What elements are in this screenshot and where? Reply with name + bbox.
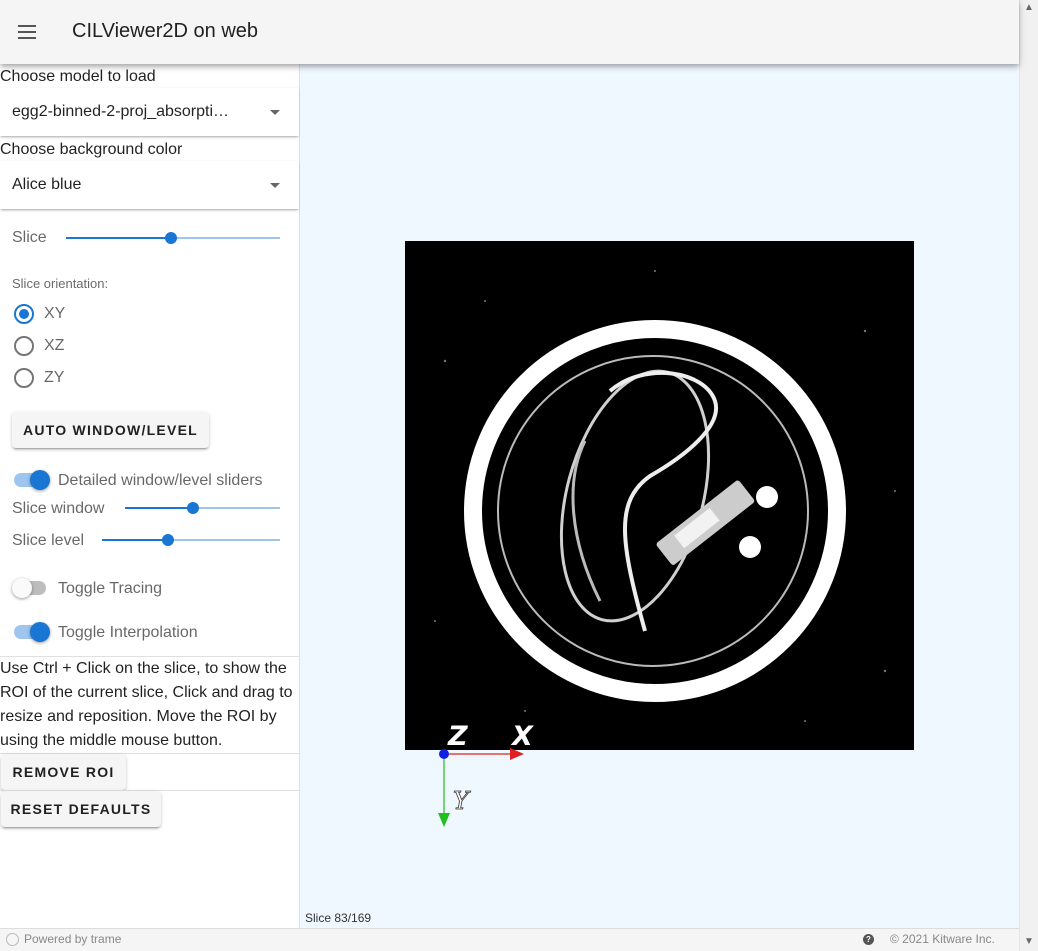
scroll-up-icon[interactable]: ▲ <box>1024 2 1034 13</box>
toggle-tracing-label: Toggle Tracing <box>58 580 163 597</box>
model-select[interactable]: egg2-binned-2-proj_absorption.nxs <box>0 88 299 136</box>
slice-level-label: Slice level <box>12 532 85 549</box>
slice-window-fill <box>125 507 194 509</box>
radio-checked-icon <box>14 304 34 324</box>
orientation-axes-widget: Z X Y <box>438 721 534 827</box>
scroll-down-icon[interactable]: ▼ <box>1024 936 1034 947</box>
model-select-value: egg2-binned-2-proj_absorption.nxs <box>12 103 237 120</box>
caret-down-icon <box>270 183 280 188</box>
switch-knob <box>30 470 50 490</box>
slice-level-thumb[interactable] <box>161 534 174 546</box>
background-select-value: Alice blue <box>12 176 82 193</box>
radio-unchecked-icon <box>14 368 34 388</box>
axis-y-label: Y <box>453 787 471 815</box>
background-color-select[interactable]: Alice blue <box>0 161 299 209</box>
radio-label: XZ <box>44 337 65 354</box>
axis-x-label: X <box>510 721 534 752</box>
auto-window-level-button[interactable]: AUTO WINDOW/LEVEL <box>12 412 209 448</box>
toggle-interpolation-switch[interactable] <box>12 622 50 642</box>
trame-logo-icon <box>6 933 19 946</box>
orientation-label: Slice orientation: <box>12 276 109 291</box>
copyright-text: © 2021 Kitware Inc. <box>890 932 995 946</box>
remove-roi-button[interactable]: REMOVE ROI <box>1 754 126 790</box>
footer: Powered by trame ? © 2021 Kitware Inc. <box>0 928 1019 951</box>
vertical-scrollbar[interactable]: ▲ ▼ <box>1019 0 1038 951</box>
egg-slice-graphic <box>405 241 914 750</box>
radio-label: XY <box>44 305 66 322</box>
slice-slider-fill <box>66 237 171 239</box>
roi-help-text: Use Ctrl + Click on the slice, to show t… <box>0 660 293 749</box>
slice-level-fill <box>102 539 168 541</box>
powered-by-link[interactable]: Powered by trame <box>24 932 121 946</box>
slice-window-label: Slice window <box>12 500 105 517</box>
switch-knob <box>12 578 32 598</box>
app-bar: CILViewer2D on web <box>0 0 1019 64</box>
toggle-interpolation-label: Toggle Interpolation <box>58 624 198 641</box>
slice-viewer[interactable]: Z X Y Slice 83/169 <box>300 64 1019 928</box>
question-icon[interactable]: ? <box>863 934 874 945</box>
slice-slider-label: Slice <box>12 229 47 246</box>
slice-window-thumb[interactable] <box>187 502 200 514</box>
radio-label: ZY <box>44 369 65 386</box>
caret-down-icon <box>270 110 280 115</box>
detailed-sliders-label: Detailed window/level sliders <box>58 472 263 489</box>
slice-slider-thumb[interactable] <box>164 232 177 244</box>
app-title: CILViewer2D on web <box>72 20 259 42</box>
detailed-sliders-switch[interactable] <box>12 470 50 490</box>
slice-window-slider[interactable] <box>125 502 280 514</box>
model-select-label: Choose model to load <box>0 68 156 85</box>
reset-defaults-button[interactable]: RESET DEFAULTS <box>1 791 161 827</box>
background-select-label: Choose background color <box>0 141 183 158</box>
axis-z-label: Z <box>447 721 468 752</box>
control-drawer: Choose model to load egg2-binned-2-proj_… <box>0 64 300 928</box>
radio-unchecked-icon <box>14 336 34 356</box>
slice-level-slider[interactable] <box>102 534 280 546</box>
toggle-tracing-switch[interactable] <box>12 578 48 598</box>
ct-slice-image[interactable] <box>405 241 914 750</box>
switch-knob <box>30 622 50 642</box>
slice-caption: Slice 83/169 <box>305 911 372 925</box>
slice-slider[interactable] <box>66 232 280 244</box>
hamburger-menu-icon[interactable] <box>16 20 40 44</box>
